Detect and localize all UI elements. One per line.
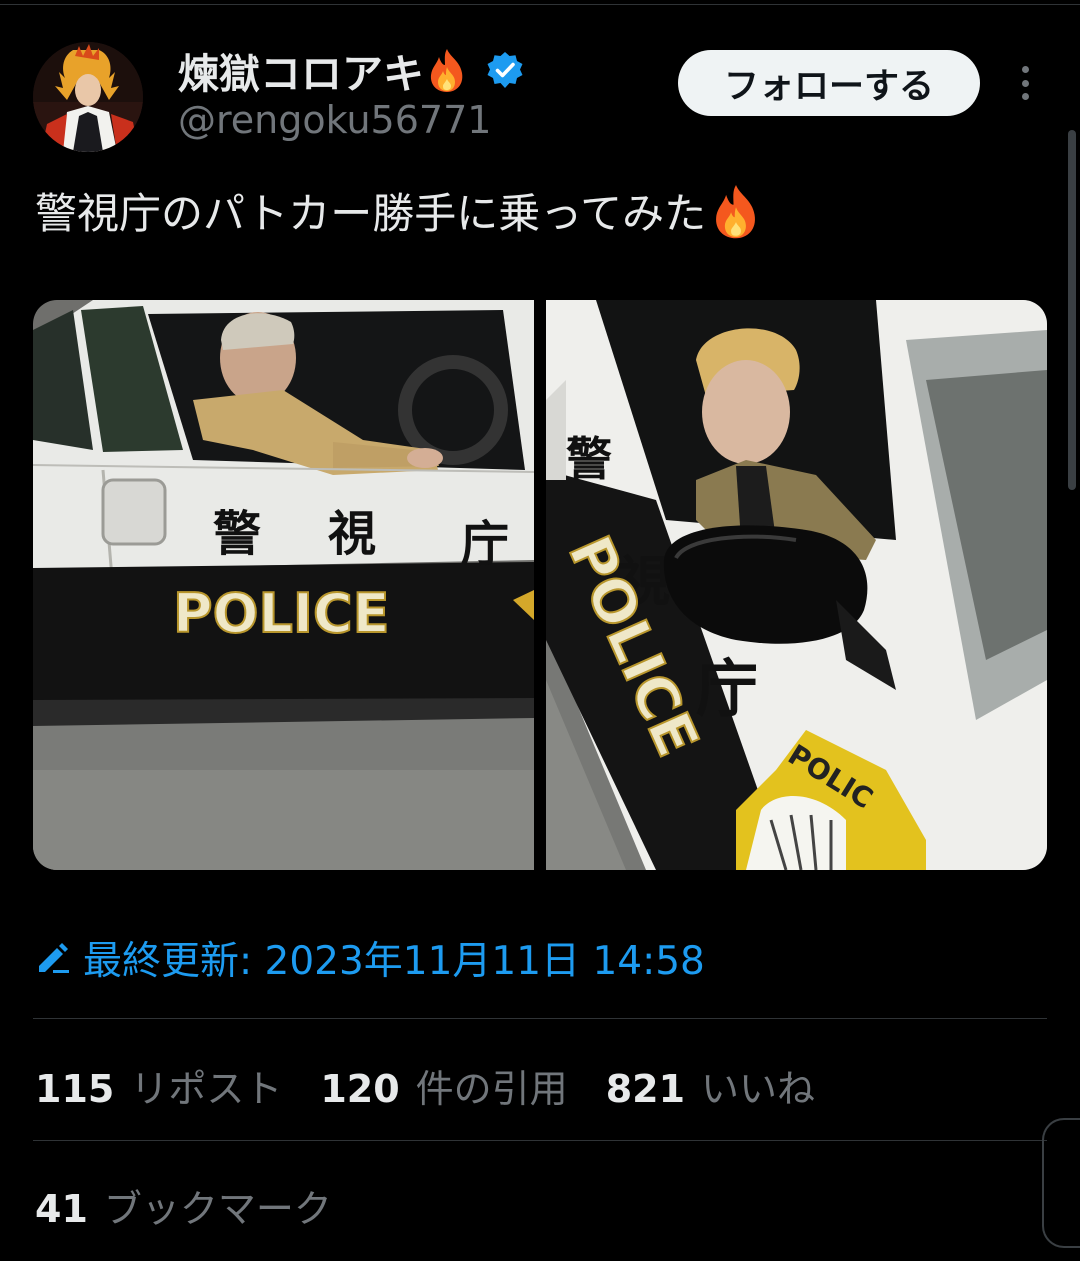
tweet-photo-2[interactable]: 警 視 庁 POLICE POLIC — [546, 300, 1047, 870]
tweet-photo-1[interactable]: 警 視 庁 POLICE — [33, 300, 534, 870]
pencil-icon — [35, 940, 71, 976]
likes-label: いいね — [701, 1067, 816, 1111]
bookmarks-stat[interactable]: 41 ブックマーク — [35, 1178, 332, 1233]
car-kanji-v3: 庁 — [696, 652, 758, 725]
reposts-stat[interactable]: 115 リポスト — [35, 1058, 282, 1113]
bookmarks-label: ブックマーク — [103, 1187, 332, 1231]
user-handle[interactable]: @rengoku56771 — [178, 98, 491, 142]
last-edited-link[interactable]: 最終更新: 2023年11月11日 14:58 — [35, 930, 705, 986]
display-name[interactable]: 煉獄コロアキ — [178, 40, 424, 100]
car-kanji-v1: 警 — [566, 432, 612, 486]
verified-badge-icon — [486, 51, 524, 89]
divider-1 — [33, 1018, 1047, 1019]
avatar[interactable] — [33, 42, 143, 152]
display-name-row[interactable]: 煉獄コロアキ — [178, 40, 524, 100]
quotes-count: 120 — [320, 1067, 400, 1111]
avatar-cosplay-icon — [33, 42, 143, 152]
tweet-text-row: 警視庁のパトカー勝手に乗ってみた — [35, 180, 762, 241]
likes-stat[interactable]: 821 いいね — [606, 1058, 815, 1113]
scrollbar-thumb[interactable] — [1068, 130, 1076, 490]
reposts-label: リポスト — [130, 1067, 283, 1111]
fire-icon — [426, 47, 468, 93]
car-police-text: POLICE — [173, 582, 390, 645]
media-grid: 警 視 庁 POLICE 警 視 庁 POLICE POLIC — [33, 300, 1047, 870]
divider-2 — [33, 1140, 1047, 1141]
top-divider — [0, 4, 1080, 5]
fire-emoji-icon — [710, 181, 762, 241]
engagement-stats: 115 リポスト 120 件の引用 821 いいね — [35, 1058, 853, 1113]
car-kanji-2: 視 — [328, 506, 376, 562]
car-kanji-3: 庁 — [461, 516, 509, 572]
more-vertical-icon[interactable] — [1008, 62, 1042, 104]
car-kanji-1: 警 — [213, 506, 261, 562]
tweet-detail-page: 煉獄コロアキ @rengoku56771 フォローする 警視庁のパトカー勝手に乗… — [0, 0, 1080, 1261]
follow-button[interactable]: フォローする — [678, 50, 980, 116]
bookmarks-count: 41 — [35, 1187, 88, 1231]
tweet-text: 警視庁のパトカー勝手に乗ってみた — [35, 189, 707, 238]
scroll-handle[interactable] — [1042, 1118, 1080, 1248]
last-edited-text[interactable]: 最終更新: 2023年11月11日 14:58 — [83, 930, 705, 986]
reposts-count: 115 — [35, 1067, 115, 1111]
quotes-stat[interactable]: 120 件の引用 — [320, 1058, 567, 1113]
quotes-label: 件の引用 — [415, 1067, 568, 1111]
likes-count: 821 — [605, 1067, 686, 1111]
